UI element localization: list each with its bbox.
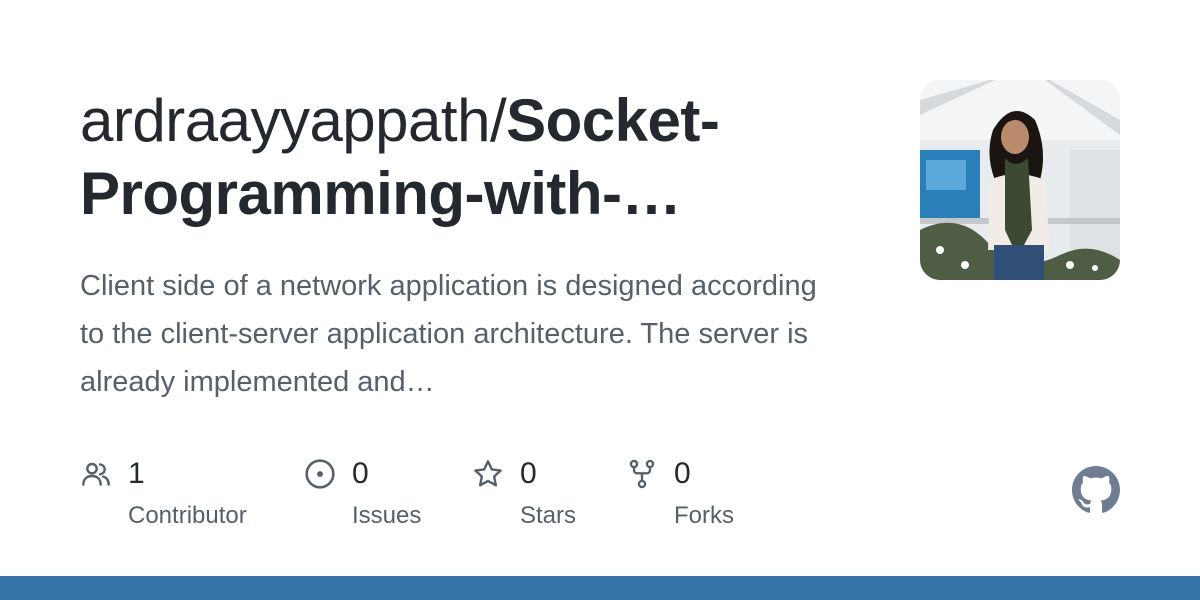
stat-forks[interactable]: 0 Forks	[626, 456, 766, 536]
repo-description: Client side of a network application is …	[80, 270, 817, 398]
issues-count: 0	[352, 457, 369, 490]
repo-owner[interactable]: ardraayyappath/	[80, 87, 507, 154]
stars-label: Stars	[520, 502, 577, 529]
stars-count: 0	[520, 457, 537, 490]
repo-title[interactable]: ardraayyappath/Socket-Programming-with-…	[80, 84, 880, 230]
repo-forked-icon	[629, 459, 655, 489]
language-bar	[0, 576, 1200, 600]
issues-label: Issues	[352, 502, 422, 529]
stat-contributors[interactable]: 1 Contributor	[80, 456, 280, 536]
issue-opened-icon	[305, 459, 335, 489]
github-mark-icon[interactable]	[1072, 466, 1120, 514]
contributor-label: Contributor	[128, 502, 247, 529]
people-icon	[82, 462, 110, 486]
avatar-image	[920, 80, 1120, 280]
forks-count: 0	[674, 457, 691, 490]
contributor-count: 1	[128, 457, 145, 490]
avatar	[920, 80, 1120, 280]
stat-issues[interactable]: 0 Issues	[304, 456, 454, 536]
forks-label: Forks	[674, 502, 734, 529]
stat-stars[interactable]: 0 Stars	[472, 456, 612, 536]
github-logo-svg	[1072, 466, 1120, 513]
star-icon	[474, 460, 502, 487]
